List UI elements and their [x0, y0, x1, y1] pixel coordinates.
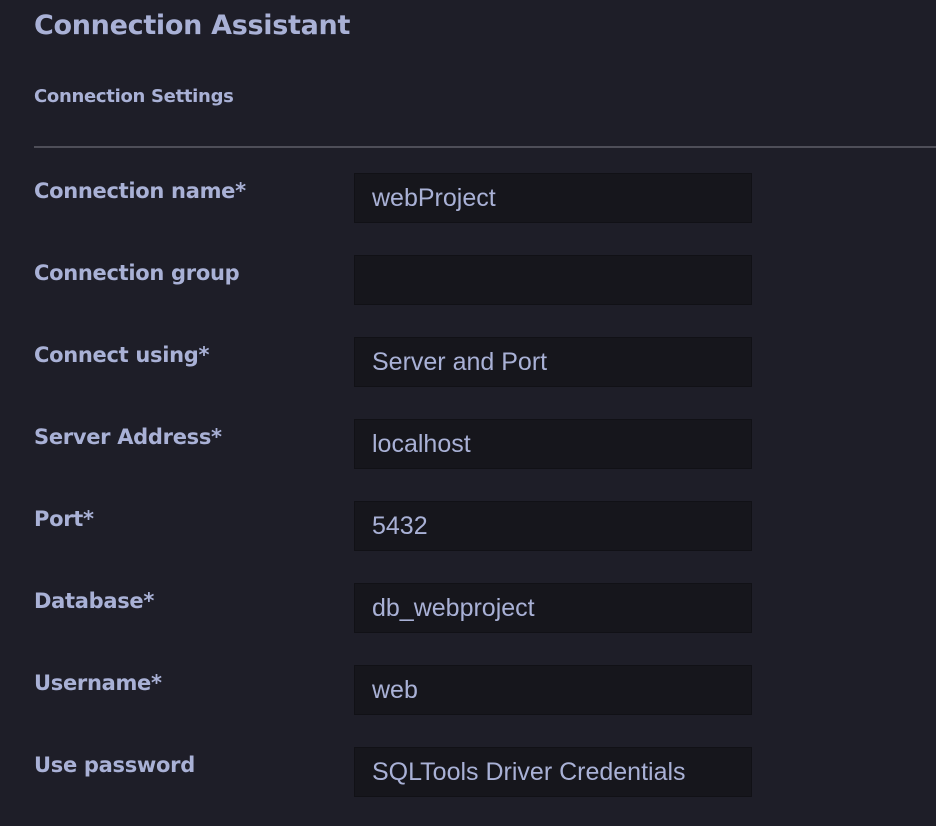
username-label: Username*: [34, 671, 162, 695]
use-password-label: Use password: [34, 753, 195, 777]
use-password-field[interactable]: SQLTools Driver Credentials: [354, 747, 752, 797]
connect-using-row: Connect using* Server and Port: [34, 337, 754, 389]
server-address-label: Server Address*: [34, 425, 222, 449]
connection-name-field[interactable]: webProject: [354, 173, 752, 223]
divider: [34, 146, 936, 148]
connection-name-label: Connection name*: [34, 179, 246, 203]
connect-using-label: Connect using*: [34, 343, 210, 367]
port-row: Port* 5432: [34, 501, 754, 553]
connection-group-label: Connection group: [34, 261, 240, 285]
connect-using-field[interactable]: Server and Port: [354, 337, 752, 387]
database-label: Database*: [34, 589, 155, 613]
port-label: Port*: [34, 507, 94, 531]
server-address-row: Server Address* localhost: [34, 419, 754, 471]
username-row: Username* web: [34, 665, 754, 717]
connection-group-row: Connection group: [34, 255, 754, 307]
connection-name-row: Connection name* webProject: [34, 173, 754, 225]
database-row: Database* db_webproject: [34, 583, 754, 635]
server-address-field[interactable]: localhost: [354, 419, 752, 469]
username-field[interactable]: web: [354, 665, 752, 715]
port-field[interactable]: 5432: [354, 501, 752, 551]
use-password-row: Use password SQLTools Driver Credentials: [34, 747, 754, 799]
database-field[interactable]: db_webproject: [354, 583, 752, 633]
section-title: Connection Settings: [34, 86, 234, 107]
page-title: Connection Assistant: [34, 10, 351, 41]
connection-group-field[interactable]: [354, 255, 752, 305]
